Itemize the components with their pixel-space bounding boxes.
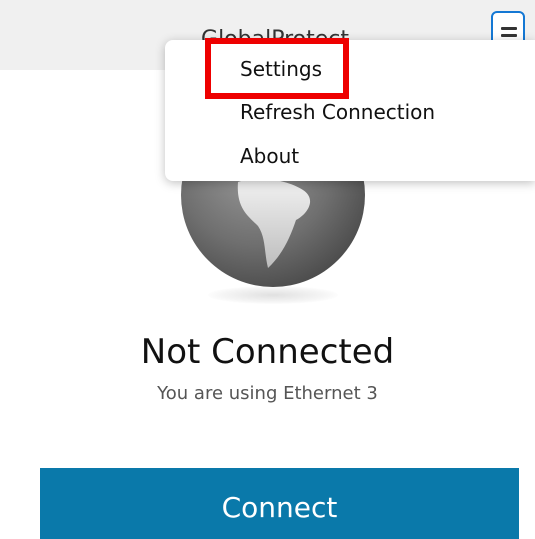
connection-status-title: Not Connected [140,332,395,372]
menu-item-about[interactable]: About [240,139,299,173]
globalprotect-window: GlobalProtect Settings Refresh Connectio… [0,0,535,539]
connect-button[interactable]: Connect [40,468,519,539]
menu-item-settings[interactable]: Settings [240,52,322,86]
connection-status-subtitle: You are using Ethernet 3 [157,383,378,404]
globe-shadow [208,286,338,304]
hamburger-menu-icon [501,27,517,30]
menu-item-refresh-connection[interactable]: Refresh Connection [240,95,435,129]
settings-dropdown-menu: Settings Refresh Connection About [165,40,535,181]
hamburger-menu-icon-bar [501,34,517,37]
